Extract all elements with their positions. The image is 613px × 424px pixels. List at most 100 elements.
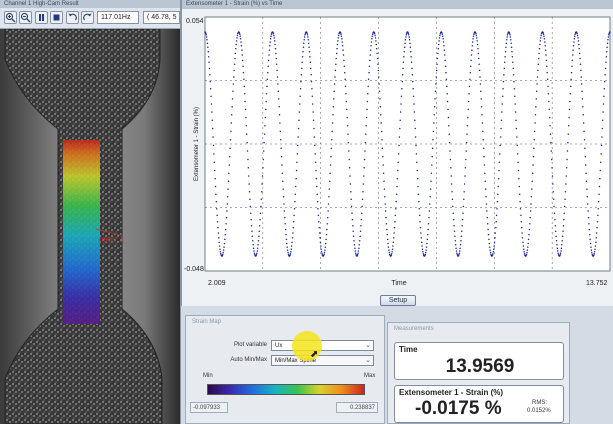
data-point: [470, 54, 473, 56]
mouse-cursor-icon: ⬈: [310, 349, 319, 360]
data-point: [286, 249, 289, 251]
data-point: [289, 253, 292, 255]
data-point: [450, 183, 453, 185]
data-point: [330, 155, 332, 158]
data-point: [581, 90, 583, 92]
data-point: [332, 114, 334, 116]
data-point: [431, 155, 433, 158]
pause-button[interactable]: [35, 11, 48, 24]
undo-button[interactable]: [66, 11, 79, 24]
data-point: [213, 161, 216, 163]
data-point: [486, 210, 488, 212]
max-value-field[interactable]: 0.238837: [336, 402, 378, 413]
data-point: [378, 83, 380, 85]
zoom-in-button[interactable]: [4, 11, 17, 24]
data-point: [255, 254, 258, 256]
data-point: [376, 57, 379, 60]
data-point: [248, 183, 250, 185]
zoom-out-button[interactable]: [19, 11, 32, 24]
data-point: [448, 133, 450, 135]
data-point: [506, 36, 508, 38]
strain-time-plot[interactable]: 0.054 -0.048 2.009 13.752 Time Extensome…: [182, 9, 613, 294]
data-point: [212, 144, 215, 147]
data-point: [603, 80, 606, 83]
data-point: [582, 114, 585, 116]
data-point: [493, 241, 496, 243]
data-point: [549, 133, 552, 135]
data-point: [584, 147, 586, 149]
data-point: [467, 108, 469, 111]
data-point: [353, 240, 355, 242]
data-point: [430, 180, 432, 183]
data-point: [445, 71, 447, 74]
data-point: [442, 41, 445, 43]
data-point: [573, 38, 576, 40]
data-point: [505, 39, 508, 41]
data-point: [272, 32, 275, 35]
data-point: [276, 76, 279, 78]
data-point: [227, 180, 230, 183]
data-point: [436, 57, 439, 60]
stop-button[interactable]: [50, 11, 63, 24]
data-point: [232, 90, 234, 92]
data-point: [250, 212, 252, 214]
data-point: [510, 39, 512, 41]
data-point: [498, 161, 501, 163]
data-point: [209, 80, 212, 83]
setup-button[interactable]: Setup: [380, 295, 416, 306]
data-point: [418, 200, 420, 203]
data-point: [319, 237, 321, 239]
data-point: [405, 36, 407, 38]
data-point: [452, 218, 455, 221]
data-point: [546, 65, 548, 68]
data-point: [429, 196, 431, 198]
data-point: [360, 212, 363, 214]
data-point: [300, 80, 302, 83]
data-point: [215, 207, 218, 210]
min-value-field[interactable]: -0.097933: [190, 402, 228, 413]
data-point: [517, 169, 520, 172]
data-point: [486, 216, 489, 219]
data-point: [546, 71, 548, 74]
data-point: [590, 249, 593, 251]
data-point: [456, 252, 458, 254]
frame-rate-field[interactable]: 117.01Hz: [97, 11, 139, 24]
data-point: [349, 175, 351, 177]
data-point: [302, 46, 305, 48]
data-point: [280, 147, 282, 149]
data-point: [318, 226, 320, 229]
data-point: [482, 139, 484, 141]
data-point: [220, 253, 222, 255]
data-point: [537, 63, 540, 66]
data-point: [235, 43, 237, 46]
data-point: [428, 216, 430, 219]
camera-image[interactable]: neter 1: [0, 29, 180, 424]
data-point: [583, 139, 586, 141]
data-point: [228, 164, 231, 166]
data-point: [380, 122, 382, 124]
data-point: [527, 246, 529, 248]
data-point: [421, 245, 423, 247]
data-point: [266, 78, 269, 81]
plot-variable-select[interactable]: Ux ⌄: [271, 340, 374, 351]
data-point: [586, 196, 589, 198]
data-point: [375, 40, 377, 42]
data-point: [571, 65, 573, 68]
data-point: [357, 250, 360, 252]
data-point: [584, 155, 587, 158]
data-point: [479, 76, 481, 78]
data-point: [350, 198, 352, 200]
data-point: [444, 59, 446, 62]
data-point: [310, 74, 312, 76]
data-point: [496, 200, 499, 203]
data-point: [548, 100, 550, 103]
data-point: [385, 222, 388, 225]
y-min-tick-label: -0.048: [184, 266, 204, 273]
data-point: [446, 100, 449, 103]
data-point: [260, 190, 263, 193]
auto-min-max-select[interactable]: Min/Max Spline ⌄: [271, 355, 374, 366]
data-point: [465, 158, 467, 161]
redo-button[interactable]: [81, 11, 94, 24]
data-point: [530, 196, 533, 198]
data-point: [606, 46, 608, 48]
